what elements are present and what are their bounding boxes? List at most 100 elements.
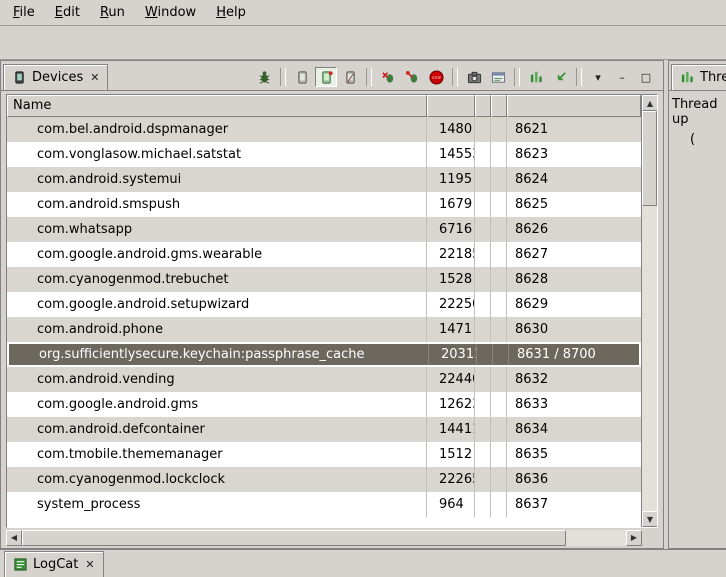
cell-name: com.google.android.gms.wearable <box>7 242 427 267</box>
svg-text:STOP: STOP <box>432 76 441 80</box>
cell-pid: 1679 <box>427 192 475 217</box>
table-row[interactable]: com.bel.android.dspmanager14808621 <box>7 117 641 142</box>
cell-pid: 12623 <box>427 392 475 417</box>
cell-port: 8636 <box>507 467 641 492</box>
start-method-profiling-icon[interactable] <box>401 67 423 87</box>
cell-port: 8624 <box>507 167 641 192</box>
tab-devices-label: Devices <box>32 70 83 85</box>
scroll-up-icon[interactable]: ▲ <box>642 95 658 111</box>
cell-c3 <box>475 192 491 217</box>
maximize-icon[interactable]: □ <box>635 67 657 87</box>
vertical-scroll-thumb[interactable] <box>642 111 657 206</box>
scrollbar-corner <box>642 530 658 546</box>
cell-name: com.android.vending <box>7 367 427 392</box>
close-icon[interactable]: ✕ <box>85 558 94 571</box>
toolbar-separator <box>576 68 582 86</box>
column-header-pid[interactable] <box>427 95 475 117</box>
table-row[interactable]: com.google.android.setupwizard222508629 <box>7 292 641 317</box>
tab-threads[interactable]: Threads <box>671 64 726 90</box>
table-row[interactable]: com.android.vending224408632 <box>7 367 641 392</box>
cell-pid: 1528 <box>427 267 475 292</box>
workspace: Devices ✕ STOP ▾–□ Name com.bel.android.d… <box>0 60 726 549</box>
menu-edit[interactable]: Edit <box>46 2 89 23</box>
view-menu-icon[interactable]: ▾ <box>587 67 609 87</box>
dump-hprof-icon[interactable] <box>315 67 337 87</box>
cell-name: system_process <box>7 492 427 517</box>
cause-gc-icon[interactable] <box>339 67 361 87</box>
cell-name: com.android.defcontainer <box>7 417 427 442</box>
cell-c4 <box>491 442 507 467</box>
column-header-port[interactable] <box>507 95 641 117</box>
table-row[interactable]: com.android.systemui11958624 <box>7 167 641 192</box>
table-row[interactable]: com.vonglasow.michael.satstat145538623 <box>7 142 641 167</box>
minimize-icon[interactable]: – <box>611 67 633 87</box>
cell-port: 8630 <box>507 317 641 342</box>
table-row[interactable]: com.cyanogenmod.lockclock22265 8636 <box>7 467 641 492</box>
cell-c4 <box>491 292 507 317</box>
system-info-icon[interactable] <box>487 67 509 87</box>
cell-pid: 22265 <box>427 467 475 492</box>
vertical-scrollbar[interactable]: ▲ ▼ <box>641 95 657 527</box>
table-row[interactable]: system_process9648637 <box>7 492 641 517</box>
scroll-right-icon[interactable]: ▶ <box>626 530 642 546</box>
table-row[interactable]: com.android.phone1471 8630 <box>7 317 641 342</box>
table-row[interactable]: org.sufficientlysecure.keychain:passphra… <box>7 342 641 367</box>
logcat-icon <box>13 557 28 572</box>
table-main: Name com.bel.android.dspmanager14808621c… <box>7 95 641 527</box>
thread-updates-icon[interactable] <box>525 67 547 87</box>
horizontal-scroll-thumb[interactable] <box>22 530 566 546</box>
scroll-left-icon[interactable]: ◀ <box>6 530 22 546</box>
table-row[interactable]: com.android.defcontainer144118634 <box>7 417 641 442</box>
cell-name: com.android.phone <box>7 317 427 342</box>
table-row[interactable]: com.cyanogenmod.trebuchet15288628 <box>7 267 641 292</box>
cell-c4 <box>491 317 507 342</box>
table-row[interactable]: com.tmobile.thememanager15128635 <box>7 442 641 467</box>
cell-name: com.cyanogenmod.lockclock <box>7 467 427 492</box>
cell-c3 <box>475 292 491 317</box>
cell-c4 <box>491 192 507 217</box>
menu-help[interactable]: Help <box>207 2 255 23</box>
horizontal-scroll-track[interactable] <box>22 530 626 546</box>
cell-port: 8628 <box>507 267 641 292</box>
vertical-scroll-track[interactable] <box>642 111 657 511</box>
cell-port: 8625 <box>507 192 641 217</box>
column-header-c4[interactable] <box>491 95 507 117</box>
cell-c4 <box>491 217 507 242</box>
close-icon[interactable]: ✕ <box>90 71 99 84</box>
tab-logcat-label: LogCat <box>33 557 78 572</box>
cell-pid: 20311 <box>429 344 477 365</box>
cell-c3 <box>475 142 491 167</box>
table-header: Name <box>7 95 641 117</box>
toolbar-separator <box>452 68 458 86</box>
heap-updates-icon[interactable] <box>549 67 571 87</box>
tab-threads-label: Threads <box>700 70 726 85</box>
menu-window[interactable]: Window <box>136 2 205 23</box>
tab-logcat[interactable]: LogCat ✕ <box>4 551 104 577</box>
column-header-c3[interactable] <box>475 95 491 117</box>
column-header-name[interactable]: Name <box>7 95 427 117</box>
update-threads-icon[interactable] <box>377 67 399 87</box>
devices-toolbar: STOP ▾–□ <box>253 67 661 90</box>
cell-pid: 1512 <box>427 442 475 467</box>
stop-process-icon[interactable]: STOP <box>425 67 447 87</box>
tab-devices[interactable]: Devices ✕ <box>3 64 108 90</box>
cell-port: 8637 <box>507 492 641 517</box>
cell-name: com.vonglasow.michael.satstat <box>7 142 427 167</box>
debug-process-icon[interactable] <box>253 67 275 87</box>
bottom-bar: LogCat ✕ <box>0 549 726 577</box>
table-row[interactable]: com.whatsapp67168626 <box>7 217 641 242</box>
cell-pid: 1471 <box>427 317 475 342</box>
cell-pid: 1480 <box>427 117 475 142</box>
cell-c4 <box>491 167 507 192</box>
cell-c4 <box>491 417 507 442</box>
menu-run[interactable]: Run <box>91 2 134 23</box>
scroll-down-icon[interactable]: ▼ <box>642 511 658 527</box>
screen-capture-icon[interactable] <box>463 67 485 87</box>
table-row[interactable]: com.google.android.gms126238633 <box>7 392 641 417</box>
table-row[interactable]: com.android.smspush16798625 <box>7 192 641 217</box>
table-row[interactable]: com.google.android.gms.wearable221858627 <box>7 242 641 267</box>
update-heap-icon[interactable] <box>291 67 313 87</box>
cell-port: 8633 <box>507 392 641 417</box>
horizontal-scrollbar[interactable]: ◀ ▶ <box>6 529 658 546</box>
menu-file[interactable]: File <box>4 2 44 23</box>
